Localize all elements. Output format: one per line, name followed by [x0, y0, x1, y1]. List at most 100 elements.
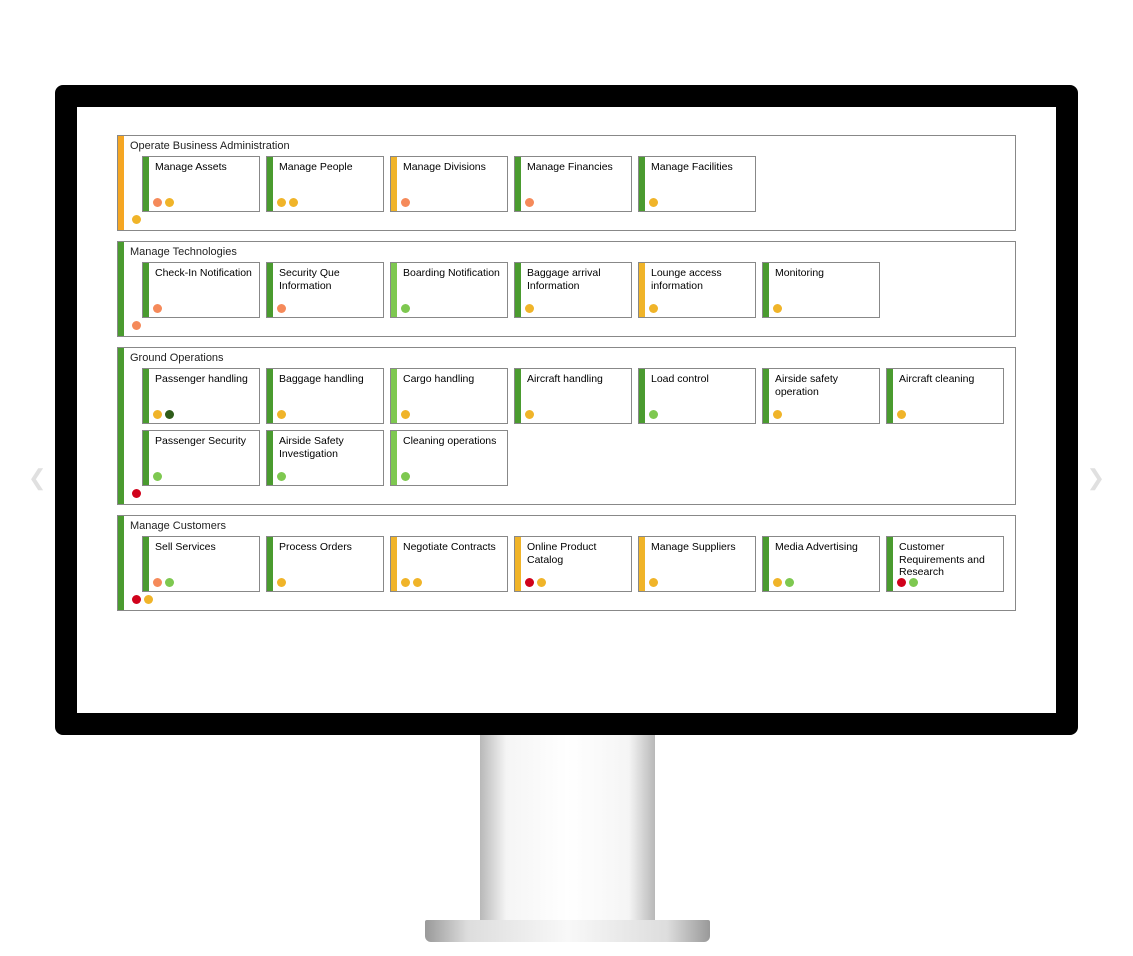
monitor-stand-neck — [480, 735, 655, 925]
card-label: Manage People — [279, 161, 379, 174]
capability-card[interactable]: Airside Safety Investigation — [266, 430, 384, 486]
card-status-dots — [153, 472, 162, 481]
card-stripe — [639, 537, 645, 591]
status-dot-icon — [401, 304, 410, 313]
card-label: Customer Requirements and Research — [899, 541, 999, 579]
card-label: Media Advertising — [775, 541, 875, 554]
capability-card[interactable]: Monitoring — [762, 262, 880, 318]
capability-card[interactable]: Passenger handling — [142, 368, 260, 424]
capability-card[interactable]: Airside safety operation — [762, 368, 880, 424]
capability-card[interactable]: Baggage handling — [266, 368, 384, 424]
capability-card[interactable]: Load control — [638, 368, 756, 424]
capability-group: Operate Business Administration Manage As… — [117, 135, 1016, 231]
capability-group: Manage CustomersSell ServicesProcess Ord… — [117, 515, 1016, 611]
status-dot-icon — [277, 410, 286, 419]
card-stripe — [515, 369, 521, 423]
status-dot-icon — [132, 489, 141, 498]
capability-card[interactable]: Passenger Security — [142, 430, 260, 486]
status-dot-icon — [153, 198, 162, 207]
capability-card[interactable]: Process Orders — [266, 536, 384, 592]
status-dot-icon — [277, 198, 286, 207]
card-label: Baggage arrival Information — [527, 267, 627, 292]
card-status-dots — [153, 198, 174, 207]
card-stripe — [391, 431, 397, 485]
capability-card[interactable]: Sell Services — [142, 536, 260, 592]
card-label: Negotiate Contracts — [403, 541, 503, 554]
status-dot-icon — [153, 472, 162, 481]
card-label: Passenger handling — [155, 373, 255, 386]
card-stripe — [639, 263, 645, 317]
capability-card[interactable]: Customer Requirements and Research — [886, 536, 1004, 592]
status-dot-icon — [537, 578, 546, 587]
card-stripe — [267, 537, 273, 591]
card-label: Load control — [651, 373, 751, 386]
capability-card[interactable]: Security Que Information — [266, 262, 384, 318]
group-status-dots — [132, 489, 1009, 498]
capability-card[interactable]: Media Advertising — [762, 536, 880, 592]
card-status-dots — [525, 578, 546, 587]
prev-arrow-icon[interactable]: ❮ — [28, 465, 46, 491]
card-stripe — [515, 537, 521, 591]
capability-card[interactable]: Lounge access information — [638, 262, 756, 318]
capability-card[interactable]: Aircraft cleaning — [886, 368, 1004, 424]
card-status-dots — [401, 578, 422, 587]
card-stripe — [887, 369, 893, 423]
status-dot-icon — [773, 410, 782, 419]
card-status-dots — [401, 472, 410, 481]
capability-card[interactable]: Manage Assets — [142, 156, 260, 212]
card-status-dots — [525, 198, 534, 207]
card-label: Manage Suppliers — [651, 541, 751, 554]
status-dot-icon — [649, 410, 658, 419]
capability-card[interactable]: Online Product Catalog — [514, 536, 632, 592]
capability-card[interactable]: Boarding Notification — [390, 262, 508, 318]
cards-row: Manage Assets Manage People Manage Divisio… — [142, 156, 1009, 212]
status-dot-icon — [165, 198, 174, 207]
status-dot-icon — [277, 304, 286, 313]
card-stripe — [763, 537, 769, 591]
group-status-dots — [132, 595, 1009, 604]
group-title: Ground Operations — [130, 352, 1009, 364]
capability-card[interactable]: Check-In Notification — [142, 262, 260, 318]
card-status-dots — [897, 578, 918, 587]
capability-group: Ground Operations Passenger handling Bagga… — [117, 347, 1016, 505]
status-dot-icon — [153, 410, 162, 419]
capability-card[interactable]: Manage Facilities — [638, 156, 756, 212]
capability-card[interactable]: Manage Suppliers — [638, 536, 756, 592]
card-label: Sell Services — [155, 541, 255, 554]
capability-card[interactable]: Baggage arrival Information — [514, 262, 632, 318]
status-dot-icon — [401, 410, 410, 419]
next-arrow-icon[interactable]: ❯ — [1087, 465, 1105, 491]
group-stripe — [118, 136, 124, 230]
card-status-dots — [401, 410, 410, 419]
capability-card[interactable]: Manage Financies — [514, 156, 632, 212]
card-label: Manage Assets — [155, 161, 255, 174]
card-label: Check-In Notification — [155, 267, 255, 280]
card-stripe — [515, 263, 521, 317]
status-dot-icon — [401, 472, 410, 481]
status-dot-icon — [165, 578, 174, 587]
card-label: Airside safety operation — [775, 373, 875, 398]
capability-card[interactable]: Cargo handling — [390, 368, 508, 424]
card-label: Manage Financies — [527, 161, 627, 174]
status-dot-icon — [289, 198, 298, 207]
status-dot-icon — [132, 595, 141, 604]
status-dot-icon — [153, 304, 162, 313]
monitor-stand-base — [425, 920, 710, 942]
status-dot-icon — [413, 578, 422, 587]
status-dot-icon — [277, 472, 286, 481]
capability-card[interactable]: Manage People — [266, 156, 384, 212]
card-status-dots — [401, 198, 410, 207]
card-label: Monitoring — [775, 267, 875, 280]
group-stripe — [118, 242, 124, 336]
status-dot-icon — [909, 578, 918, 587]
group-title: Operate Business Administration — [130, 140, 1009, 152]
card-status-dots — [773, 304, 782, 313]
capability-card[interactable]: Manage Divisions — [390, 156, 508, 212]
capability-card[interactable]: Negotiate Contracts — [390, 536, 508, 592]
card-stripe — [267, 157, 273, 211]
group-stripe — [118, 348, 124, 504]
capability-card[interactable]: Aircraft handling — [514, 368, 632, 424]
status-dot-icon — [277, 578, 286, 587]
card-stripe — [391, 263, 397, 317]
capability-card[interactable]: Cleaning operations — [390, 430, 508, 486]
